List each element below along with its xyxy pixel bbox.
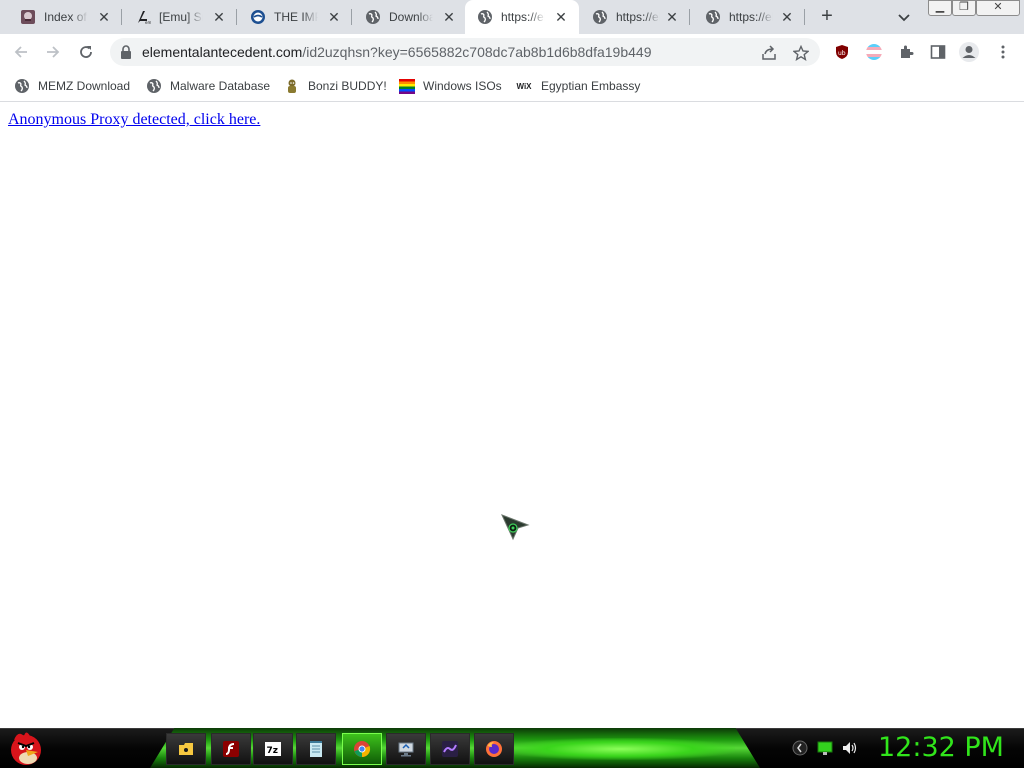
- globe-icon: [592, 9, 608, 25]
- close-icon[interactable]: ✕: [96, 9, 112, 25]
- firefox-icon[interactable]: [474, 733, 514, 765]
- kebab-menu-icon[interactable]: [994, 43, 1012, 61]
- tab-title: https://el: [729, 10, 773, 24]
- bookmark-label: Malware Database: [170, 79, 271, 93]
- flash-player-icon[interactable]: [211, 733, 251, 765]
- anonymous-proxy-link[interactable]: Anonymous Proxy detected, click here.: [8, 111, 260, 129]
- bookmark-malware-database[interactable]: Malware Database: [146, 77, 270, 95]
- close-icon[interactable]: ✕: [664, 9, 680, 25]
- close-icon[interactable]: ✕: [211, 9, 227, 25]
- address-bar[interactable]: elementalantecedent.com/id2uzqhsn?key=65…: [110, 38, 820, 66]
- url-host: elementalantecedent.com: [142, 44, 303, 60]
- bookmark-egyptian-embassy[interactable]: WiX Egyptian Embassy: [515, 77, 640, 95]
- chrome-icon[interactable]: [342, 733, 382, 765]
- tab-title: THE IMPO: [274, 10, 318, 24]
- start-button-angry-bird-icon[interactable]: [4, 728, 48, 768]
- network-icon[interactable]: [817, 740, 833, 756]
- pokemon-emu-icon: emu: [135, 9, 151, 25]
- bookmark-label: MEMZ Download: [38, 79, 131, 93]
- url-text[interactable]: elementalantecedent.com/id2uzqhsn?key=65…: [142, 44, 651, 60]
- svg-text:7z: 7z: [267, 746, 279, 756]
- tab-separator: [804, 9, 805, 25]
- back-button[interactable]: [10, 41, 32, 63]
- globe-icon: [705, 9, 721, 25]
- maximize-button[interactable]: ❐: [952, 0, 976, 16]
- tab-title: Downloa: [389, 10, 433, 24]
- close-icon[interactable]: ✕: [441, 9, 457, 25]
- bookmark-windows-isos[interactable]: Windows ISOs: [399, 77, 502, 95]
- tray-expand-icon[interactable]: [792, 740, 808, 756]
- blue-circle-icon: [250, 9, 266, 25]
- close-icon[interactable]: ✕: [779, 9, 795, 25]
- tab-title: https://el: [501, 10, 545, 24]
- bookmarks-bar: MEMZ Download Malware Database Bonzi BUD…: [0, 70, 1024, 102]
- url-path: /id2uzqhsn?key=6565882c708dc7ab8b1d6b8df…: [302, 44, 652, 60]
- trollface-icon: [20, 9, 36, 25]
- volume-icon[interactable]: [841, 740, 857, 756]
- bonzi-icon: [284, 78, 300, 94]
- mouse-cursor-icon: [500, 513, 532, 545]
- extensions-puzzle-icon[interactable]: [897, 43, 915, 61]
- 7zip-icon[interactable]: 7z: [253, 733, 293, 765]
- minimize-button[interactable]: ▁: [928, 0, 952, 16]
- globe-icon: [146, 78, 162, 94]
- file-explorer-icon[interactable]: [166, 733, 206, 765]
- tab-strip: Index of / ✕ emu [Emu] Sm ✕ THE IMPO ✕ D…: [0, 0, 1024, 34]
- share-icon[interactable]: [760, 44, 778, 62]
- close-window-button[interactable]: ✕: [976, 0, 1020, 16]
- tab-6[interactable]: https://el ✕: [572, 0, 690, 34]
- trans-flag-extension-icon[interactable]: [865, 43, 883, 61]
- tab-2[interactable]: emu [Emu] Sm ✕: [115, 0, 237, 34]
- page-content: Anonymous Proxy detected, click here.: [0, 103, 1024, 728]
- reload-button[interactable]: [75, 41, 97, 63]
- tab-3[interactable]: THE IMPO ✕: [230, 0, 352, 34]
- rainbow-flag-icon: [399, 78, 415, 94]
- close-icon[interactable]: ✕: [326, 9, 342, 25]
- globe-icon: [14, 78, 30, 94]
- tab-1[interactable]: Index of / ✕: [0, 0, 122, 34]
- wix-icon: WiX: [516, 81, 532, 91]
- tab-5-active[interactable]: https://el ✕: [465, 0, 579, 34]
- new-tab-button[interactable]: +: [816, 5, 838, 27]
- side-panel-icon[interactable]: [929, 43, 947, 61]
- close-icon[interactable]: ✕: [553, 9, 569, 25]
- tab-7[interactable]: https://el ✕: [685, 0, 805, 34]
- lock-icon[interactable]: [120, 45, 132, 64]
- bookmark-star-icon[interactable]: [792, 44, 810, 62]
- taskbar-glow-highlight: [505, 738, 735, 760]
- svg-text:emu: emu: [145, 20, 151, 25]
- bookmark-label: Egyptian Embassy: [541, 79, 641, 93]
- bookmark-label: Windows ISOs: [423, 79, 502, 93]
- tab-4[interactable]: Downloa ✕: [345, 0, 467, 34]
- tab-title: https://el: [616, 10, 660, 24]
- svg-text:ub: ub: [838, 50, 846, 57]
- globe-icon: [365, 9, 381, 25]
- ublock-icon[interactable]: ub: [833, 43, 851, 61]
- notepad-icon[interactable]: [296, 733, 336, 765]
- forward-button[interactable]: [42, 41, 64, 63]
- tab-title: Index of /: [44, 10, 88, 24]
- purple-wave-app-icon[interactable]: [430, 733, 470, 765]
- tab-title: [Emu] Sm: [159, 10, 203, 24]
- globe-icon: [477, 9, 493, 25]
- bookmark-bonzi-buddy[interactable]: Bonzi BUDDY!: [284, 77, 387, 95]
- toolbar: elementalantecedent.com/id2uzqhsn?key=65…: [0, 34, 1024, 70]
- profile-avatar-icon[interactable]: [958, 41, 980, 63]
- bookmark-label: Bonzi BUDDY!: [308, 79, 387, 93]
- bookmark-memz-download[interactable]: MEMZ Download: [14, 77, 130, 95]
- taskbar-clock[interactable]: 12:32 PM: [878, 732, 1004, 763]
- chevron-down-icon[interactable]: [895, 8, 913, 26]
- remote-desktop-icon[interactable]: [386, 733, 426, 765]
